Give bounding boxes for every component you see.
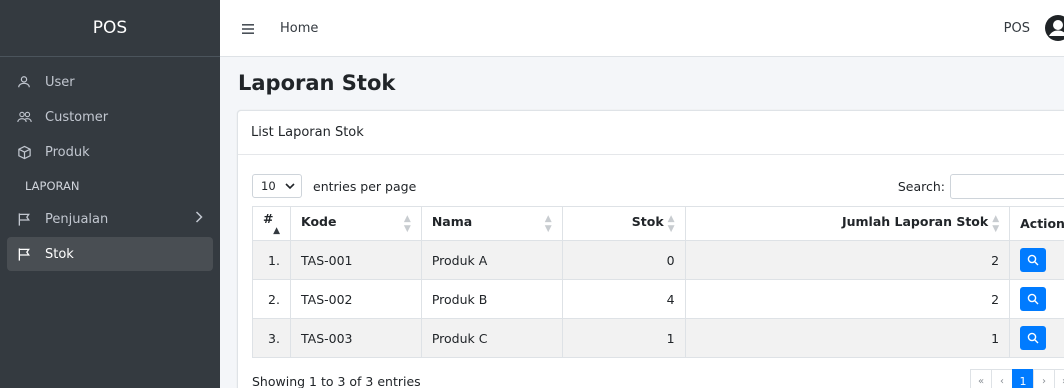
column-header-action: Action bbox=[1009, 206, 1064, 241]
cell-kode: TAS-001 bbox=[289, 240, 422, 280]
cell-jumlah: 1 bbox=[684, 318, 1011, 358]
user-avatar-icon[interactable] bbox=[1044, 14, 1064, 42]
cell-nama: Produk A bbox=[420, 240, 563, 280]
column-header-number[interactable]: # ▲ bbox=[252, 206, 291, 241]
last-page-button[interactable]: » bbox=[1054, 369, 1064, 388]
search-group: Search: bbox=[897, 173, 1064, 199]
search-icon bbox=[1027, 332, 1039, 344]
cell-action bbox=[1009, 279, 1064, 319]
sort-icon: ▲ ▼ bbox=[403, 213, 411, 234]
topbar-right: POS bbox=[1004, 14, 1064, 42]
cell-kode: TAS-002 bbox=[289, 279, 422, 319]
view-detail-button[interactable] bbox=[1020, 287, 1047, 311]
cell-action bbox=[1009, 240, 1064, 280]
search-icon bbox=[1027, 254, 1039, 266]
report-card: List Laporan Stok 10 entries per page Se… bbox=[237, 110, 1064, 388]
sidebar-item-label: Produk bbox=[45, 144, 90, 160]
cell-number: 2. bbox=[252, 279, 291, 319]
cell-stok: 4 bbox=[561, 279, 686, 319]
sidebar-item-label: Penjualan bbox=[45, 211, 109, 227]
sort-icon: ▲ ▼ bbox=[992, 213, 1000, 234]
table-info: Showing 1 to 3 of 3 entries bbox=[252, 373, 421, 388]
entries-per-page-select[interactable]: 10 bbox=[252, 174, 302, 198]
cell-number: 1. bbox=[252, 240, 291, 280]
page-1-button[interactable]: 1 bbox=[1012, 369, 1034, 388]
sidebar-item-label: User bbox=[45, 74, 75, 90]
view-detail-button[interactable] bbox=[1020, 326, 1047, 350]
column-header-stok[interactable]: Stok ▲ ▼ bbox=[561, 206, 686, 241]
view-detail-button[interactable] bbox=[1020, 248, 1047, 272]
pagination: « ‹ 1 › » bbox=[970, 369, 1064, 388]
sidebar-item-produk[interactable]: Produk bbox=[7, 135, 213, 169]
card-title: List Laporan Stok bbox=[238, 111, 1064, 155]
table-header-row: # ▲ Kode ▲ ▼ Nama ▲ ▼ Stok ▲ ▼ Jumlah Laporan S… bbox=[252, 206, 1064, 241]
first-page-button[interactable]: « bbox=[970, 369, 992, 388]
cell-jumlah: 2 bbox=[684, 279, 1011, 319]
cell-number: 3. bbox=[252, 318, 291, 358]
home-link[interactable]: Home bbox=[280, 21, 318, 36]
cell-action bbox=[1009, 318, 1064, 358]
sidebar-section-header: LAPORAN bbox=[25, 179, 80, 193]
column-header-jumlah-laporan-stok[interactable]: Jumlah Laporan Stok ▲ ▼ bbox=[684, 206, 1011, 241]
cell-jumlah: 2 bbox=[684, 240, 1011, 280]
sidebar-nav: User Customer Produk LAPORAN Penjualan S… bbox=[0, 57, 220, 271]
cell-stok: 0 bbox=[561, 240, 686, 280]
user-icon bbox=[17, 75, 39, 89]
previous-page-button[interactable]: ‹ bbox=[991, 369, 1013, 388]
sort-icon: ▲ ▼ bbox=[667, 213, 675, 234]
cell-stok: 1 bbox=[561, 318, 686, 358]
table-row: 3. TAS-003 Produk C 1 1 bbox=[252, 318, 1064, 358]
search-icon bbox=[1027, 293, 1039, 305]
cell-kode: TAS-003 bbox=[289, 318, 422, 358]
column-header-nama[interactable]: Nama ▲ ▼ bbox=[420, 206, 563, 241]
pos-link[interactable]: POS bbox=[1004, 21, 1030, 36]
sidebar-item-label: Stok bbox=[45, 246, 74, 262]
cell-nama: Produk B bbox=[420, 279, 563, 319]
top-navbar: Home POS bbox=[220, 0, 1064, 57]
sidebar: POS User Customer Produk LAPORAN Penjual… bbox=[0, 0, 220, 388]
table-controls: 10 entries per page Search: bbox=[252, 173, 1064, 199]
entries-per-page-value: 10 bbox=[261, 179, 276, 193]
page-title: Laporan Stok bbox=[238, 71, 396, 95]
table-row: 2. TAS-002 Produk B 4 2 bbox=[252, 279, 1064, 319]
stock-report-table: # ▲ Kode ▲ ▼ Nama ▲ ▼ Stok ▲ ▼ Jumlah Laporan S… bbox=[252, 206, 1064, 358]
sort-icon: ▲ ▼ bbox=[544, 213, 552, 234]
search-input[interactable] bbox=[950, 173, 1064, 199]
chevron-right-icon bbox=[195, 211, 203, 227]
hamburger-menu-icon[interactable] bbox=[242, 19, 264, 38]
chevron-down-icon bbox=[285, 179, 295, 193]
cell-nama: Produk C bbox=[420, 318, 563, 358]
flag-icon bbox=[17, 247, 39, 262]
search-label: Search: bbox=[897, 178, 945, 194]
table-row: 1. TAS-001 Produk A 0 2 bbox=[252, 240, 1064, 280]
column-header-kode[interactable]: Kode ▲ ▼ bbox=[289, 206, 422, 241]
users-icon bbox=[17, 110, 39, 124]
sidebar-item-user[interactable]: User bbox=[7, 65, 213, 99]
next-page-button[interactable]: › bbox=[1033, 369, 1055, 388]
sort-asc-icon: ▲ bbox=[273, 226, 280, 236]
entries-per-page-label: entries per page bbox=[313, 178, 417, 194]
flag-icon bbox=[17, 212, 39, 227]
sidebar-item-penjualan[interactable]: Penjualan bbox=[7, 202, 213, 236]
table-footer: Showing 1 to 3 of 3 entries « ‹ 1 › » bbox=[252, 369, 1064, 388]
brand-logo[interactable]: POS bbox=[0, 0, 220, 57]
box-icon bbox=[17, 145, 39, 160]
sidebar-item-label: Customer bbox=[45, 109, 109, 125]
sidebar-item-customer[interactable]: Customer bbox=[7, 100, 213, 134]
sidebar-item-stok[interactable]: Stok bbox=[7, 237, 213, 271]
